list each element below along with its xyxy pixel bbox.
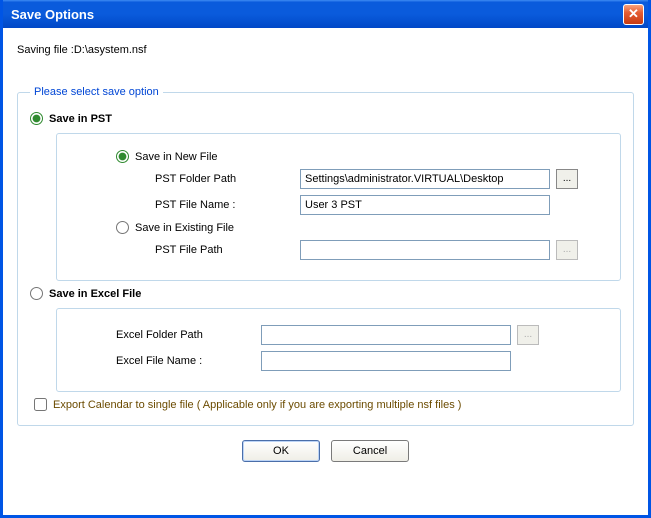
save-in-pst-label: Save in PST (49, 113, 112, 125)
save-in-excel-radio[interactable] (30, 287, 43, 300)
save-in-excel-option[interactable]: Save in Excel File (30, 287, 621, 300)
cancel-button[interactable]: Cancel (331, 440, 409, 462)
export-calendar-checkbox[interactable] (34, 398, 47, 411)
save-in-pst-radio[interactable] (30, 112, 43, 125)
excel-file-name-label: Excel File Name : (116, 355, 261, 367)
excel-file-name-input (261, 351, 511, 371)
save-option-group: Please select save option Save in PST Sa… (17, 86, 634, 426)
titlebar: Save Options ✕ (3, 0, 648, 28)
excel-options-box: Excel Folder Path ... Excel File Name : (56, 308, 621, 392)
save-existing-file-option[interactable]: Save in Existing File (116, 221, 606, 234)
pst-file-path-browse-button: ... (556, 240, 578, 260)
save-in-pst-option[interactable]: Save in PST (30, 112, 621, 125)
excel-folder-path-input (261, 325, 511, 345)
export-calendar-label: Export Calendar to single file ( Applica… (53, 399, 461, 411)
save-in-excel-label: Save in Excel File (49, 288, 141, 300)
pst-file-path-label: PST File Path (155, 244, 300, 256)
close-button[interactable]: ✕ (623, 4, 644, 25)
export-calendar-row[interactable]: Export Calendar to single file ( Applica… (34, 398, 621, 411)
pst-folder-path-label: PST Folder Path (155, 173, 300, 185)
save-existing-file-label: Save in Existing File (135, 222, 234, 234)
pst-folder-path-input[interactable] (300, 169, 550, 189)
pst-file-name-label: PST File Name : (155, 199, 300, 211)
save-new-file-option[interactable]: Save in New File (116, 150, 606, 163)
save-new-file-radio[interactable] (116, 150, 129, 163)
saving-file-status: Saving file :D:\asystem.nsf (17, 44, 634, 56)
dialog-button-row: OK Cancel (17, 440, 634, 462)
excel-folder-browse-button: ... (517, 325, 539, 345)
save-new-file-label: Save in New File (135, 151, 218, 163)
group-legend: Please select save option (30, 86, 163, 98)
save-existing-file-radio[interactable] (116, 221, 129, 234)
pst-file-name-input[interactable] (300, 195, 550, 215)
excel-folder-path-label: Excel Folder Path (116, 329, 261, 341)
pst-options-box: Save in New File PST Folder Path ... PST… (56, 133, 621, 281)
window-title: Save Options (11, 7, 94, 22)
dialog-content: Saving file :D:\asystem.nsf Please selec… (3, 28, 648, 472)
save-options-dialog: Save Options ✕ Saving file :D:\asystem.n… (0, 0, 651, 518)
ok-button[interactable]: OK (242, 440, 320, 462)
pst-file-path-input (300, 240, 550, 260)
pst-folder-browse-button[interactable]: ... (556, 169, 578, 189)
